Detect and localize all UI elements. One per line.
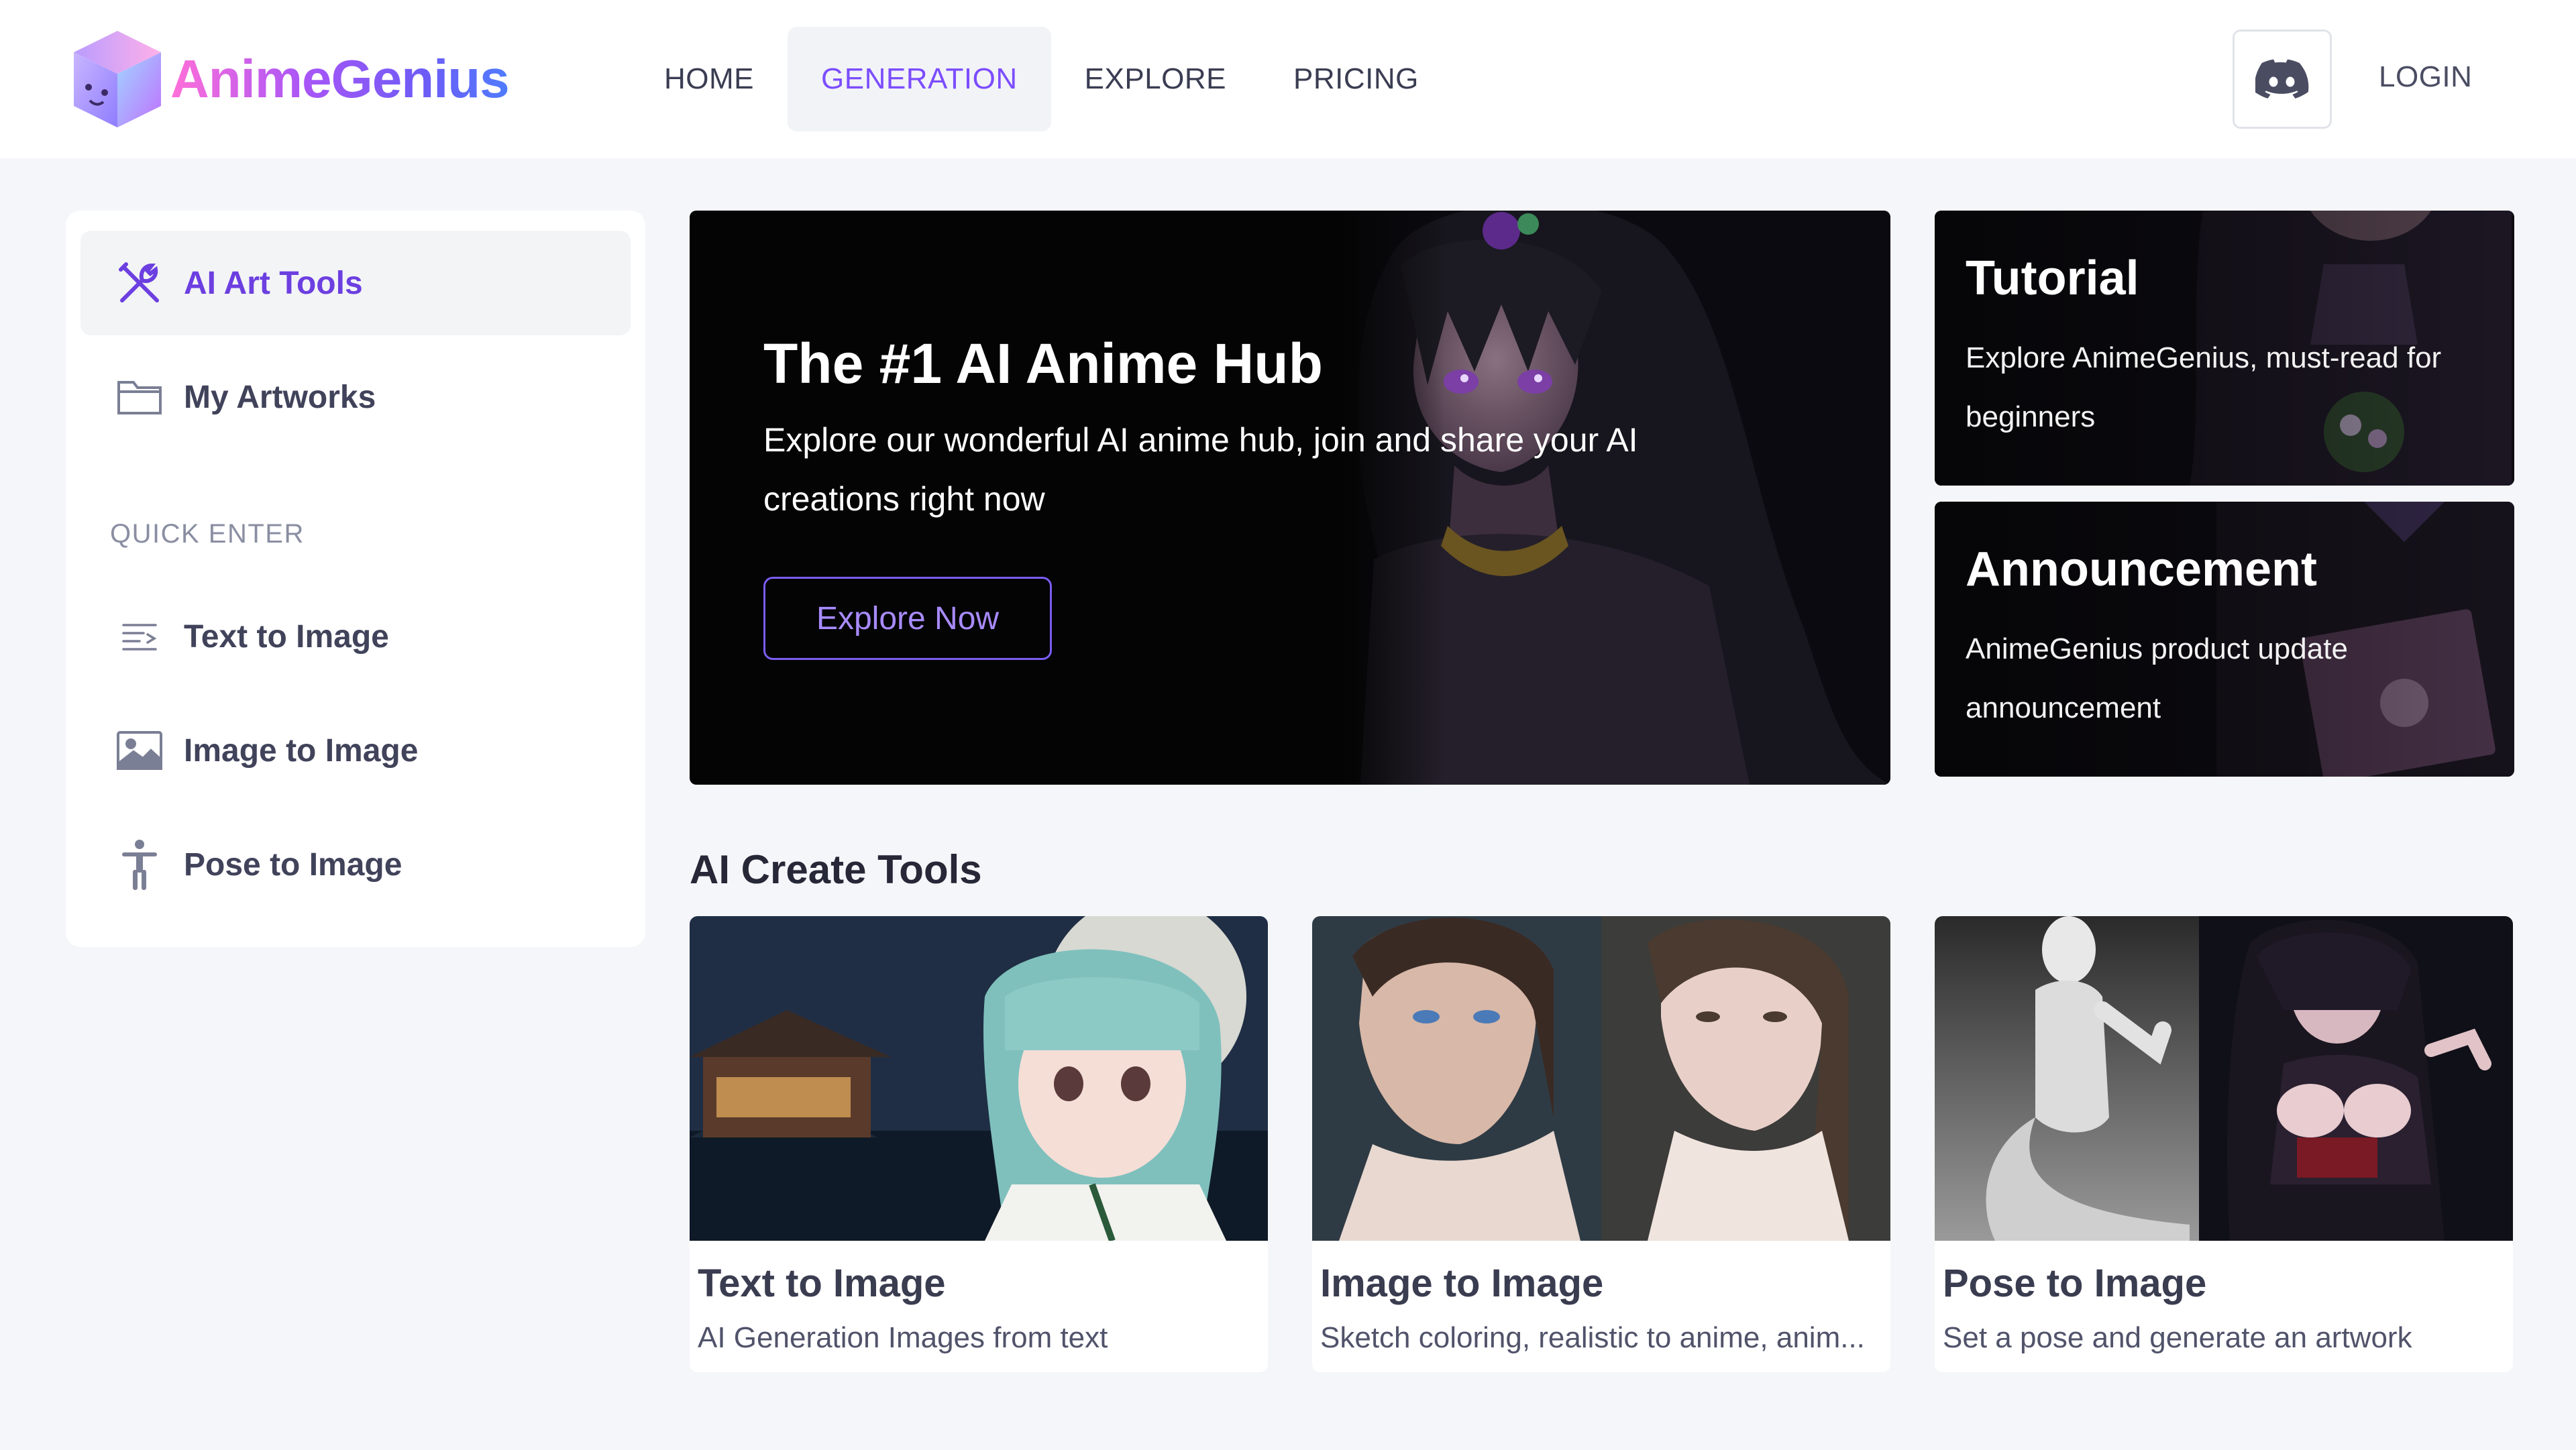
card-description: Explore AnimeGenius, must-read for begin…	[1966, 341, 2442, 433]
nav-home[interactable]: HOME	[631, 27, 788, 131]
tool-card-pose-to-image[interactable]: Pose to Image Set a pose and generate an…	[1935, 916, 2513, 1372]
announcement-card[interactable]: Announcement AnimeGenius product update …	[1935, 502, 2514, 777]
explore-now-button[interactable]: Explore Now	[763, 577, 1052, 660]
pose-to-image-thumbnail	[1935, 916, 2513, 1241]
sidebar-item-label: AI Art Tools	[184, 265, 363, 301]
discord-icon	[2255, 59, 2309, 99]
tool-card-image-to-image[interactable]: Image to Image Sketch coloring, realisti…	[1312, 916, 1890, 1372]
hero-title: The #1 AI Anime Hub	[763, 332, 1323, 395]
main-nav: HOME GENERATION EXPLORE PRICING	[631, 27, 1452, 131]
tutorial-card[interactable]: Tutorial Explore AnimeGenius, must-read …	[1935, 211, 2514, 486]
discord-button[interactable]	[2233, 30, 2332, 129]
image-icon	[114, 725, 165, 776]
image-to-image-thumbnail	[1312, 916, 1890, 1241]
tool-description: Sketch coloring, realistic to anime, ani…	[1320, 1321, 1865, 1354]
tools-section-title: AI Create Tools	[690, 847, 982, 892]
brand-name: AnimeGenius	[170, 49, 510, 109]
sidebar-item-label: Text to Image	[184, 618, 389, 655]
sidebar-item-ai-art-tools[interactable]: AI Art Tools	[80, 231, 631, 335]
hero-banner: The #1 AI Anime Hub Explore our wonderfu…	[690, 211, 1890, 785]
card-description: AnimeGenius product update announcement	[1966, 632, 2348, 724]
sidebar-item-label: Image to Image	[184, 732, 419, 769]
nav-generation[interactable]: GENERATION	[788, 27, 1051, 131]
text-lines-icon	[114, 611, 165, 662]
tool-title: Image to Image	[1320, 1262, 1604, 1305]
tool-description: AI Generation Images from text	[698, 1321, 1108, 1354]
tool-title: Text to Image	[698, 1262, 946, 1305]
sidebar-item-image-to-image[interactable]: Image to Image	[80, 698, 631, 803]
tool-description: Set a pose and generate an artwork	[1943, 1321, 2412, 1354]
tool-title: Pose to Image	[1943, 1262, 2207, 1305]
tools-icon	[114, 258, 165, 309]
tool-card-text-to-image[interactable]: Text to Image AI Generation Images from …	[690, 916, 1268, 1372]
hero-subtitle: Explore our wonderful AI anime hub, join…	[763, 421, 1638, 518]
sidebar-item-text-to-image[interactable]: Text to Image	[80, 584, 631, 689]
folder-icon	[114, 372, 165, 423]
card-title: Tutorial	[1966, 252, 2139, 305]
sidebar-item-pose-to-image[interactable]: Pose to Image	[80, 812, 631, 917]
person-pose-icon	[114, 839, 165, 890]
card-title: Announcement	[1966, 543, 2318, 596]
quick-enter-heading: QUICK ENTER	[110, 519, 305, 549]
logo-cube-icon	[74, 31, 161, 127]
sidebar-item-label: My Artworks	[184, 379, 376, 415]
login-link[interactable]: LOGIN	[2379, 60, 2472, 94]
sidebar: AI Art Tools My Artworks QUICK ENTER Tex…	[66, 211, 645, 947]
text-to-image-thumbnail	[690, 916, 1268, 1241]
nav-explore[interactable]: EXPLORE	[1051, 27, 1260, 131]
nav-pricing[interactable]: PRICING	[1260, 27, 1452, 131]
sidebar-item-label: Pose to Image	[184, 846, 402, 883]
top-header: AnimeGenius HOME GENERATION EXPLORE PRIC…	[0, 0, 2576, 158]
sidebar-item-my-artworks[interactable]: My Artworks	[80, 345, 631, 449]
brand-logo[interactable]: AnimeGenius	[67, 25, 510, 133]
